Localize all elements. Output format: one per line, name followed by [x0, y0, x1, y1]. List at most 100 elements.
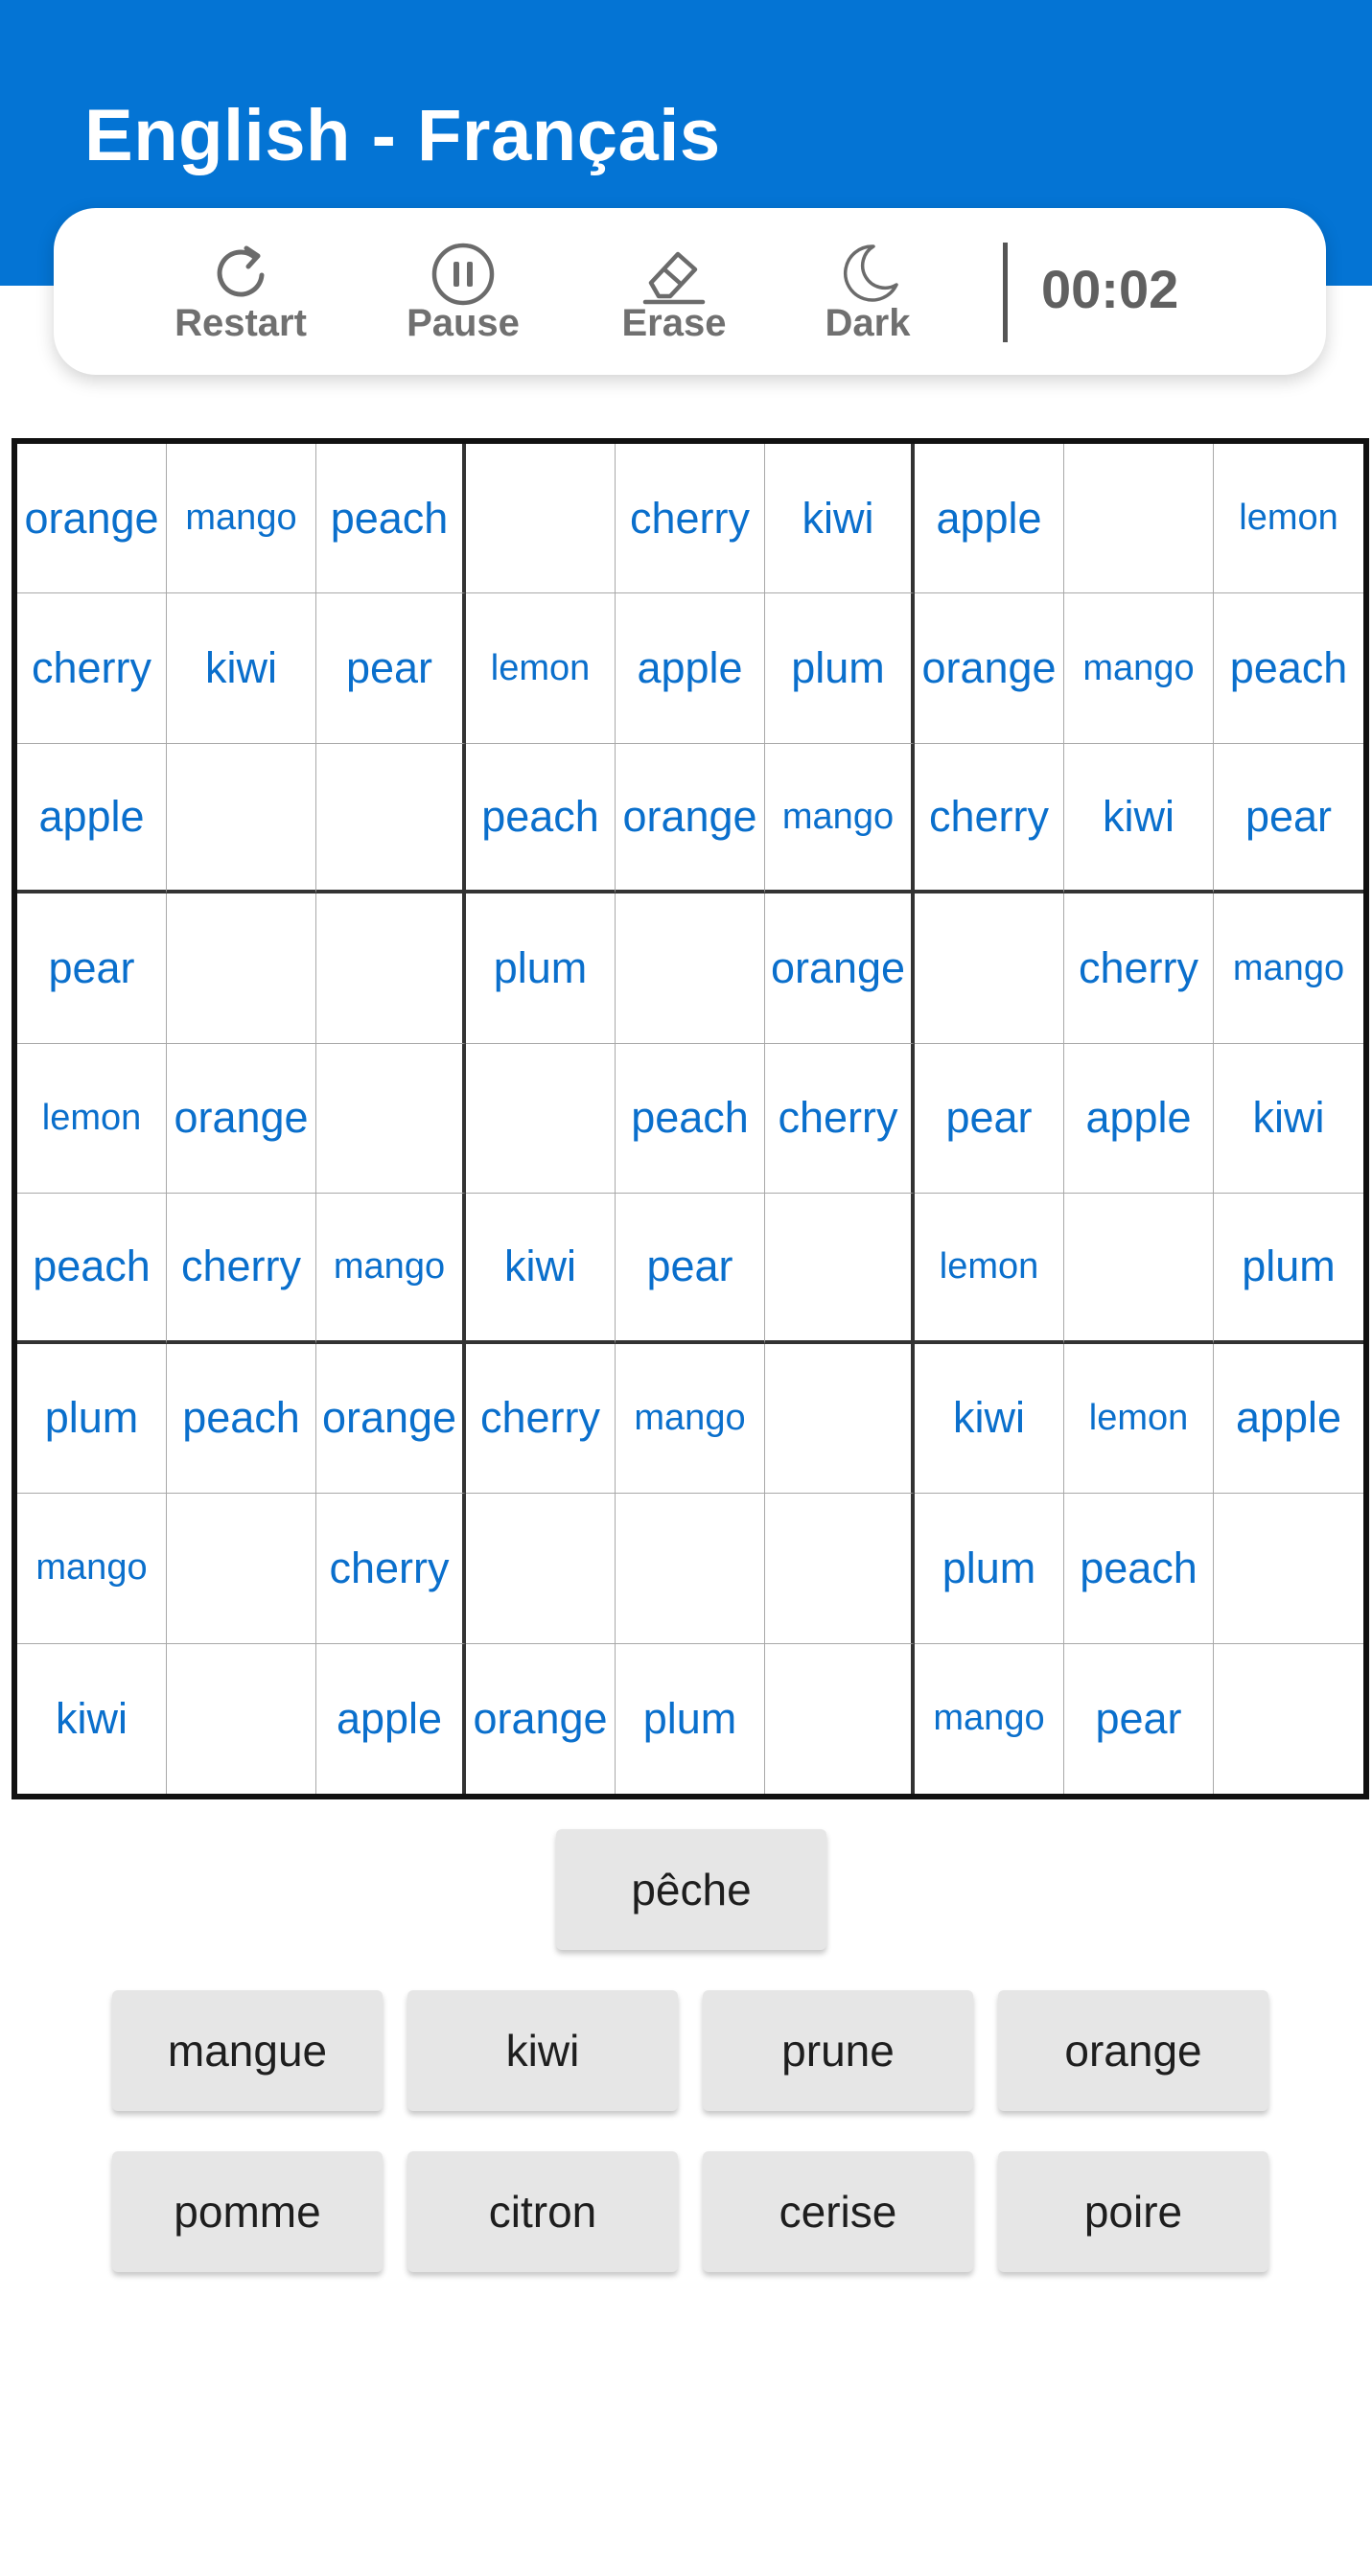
board-cell[interactable]: [1214, 1644, 1363, 1794]
board-cell[interactable]: lemon: [466, 593, 616, 744]
board-cell[interactable]: [765, 1643, 915, 1794]
board-cell[interactable]: cherry: [915, 743, 1064, 894]
board-cell[interactable]: mango: [167, 444, 316, 594]
choice-button[interactable]: cerise: [703, 2151, 973, 2272]
board-cell[interactable]: peach: [466, 743, 616, 894]
board-cell[interactable]: apple: [915, 444, 1064, 594]
board-cell[interactable]: [1064, 444, 1214, 594]
board-cell[interactable]: apple: [1214, 1344, 1363, 1495]
board-cell[interactable]: orange: [17, 444, 167, 594]
board-cell[interactable]: peach: [316, 444, 466, 594]
board-cell[interactable]: [915, 893, 1064, 1044]
board-cell[interactable]: cherry: [616, 444, 765, 594]
board-cell[interactable]: pear: [1214, 744, 1363, 894]
board-cell[interactable]: kiwi: [167, 593, 316, 744]
board-cell[interactable]: lemon: [1064, 1343, 1214, 1495]
board-cell[interactable]: mango: [915, 1643, 1064, 1794]
board-cell[interactable]: apple: [316, 1643, 466, 1794]
sudoku-board: orange mango peach cherry kiwi apple lemon cher…: [12, 438, 1369, 1799]
board-cell[interactable]: plum: [1214, 1194, 1363, 1344]
board-cell[interactable]: pear: [616, 1194, 765, 1344]
board-cell[interactable]: [616, 1494, 765, 1644]
board-cell[interactable]: [167, 893, 316, 1044]
board-cell[interactable]: mango: [17, 1494, 167, 1644]
board-cell[interactable]: [1064, 1194, 1214, 1344]
board-cell[interactable]: mango: [616, 1343, 765, 1495]
erase-button[interactable]: Erase: [593, 241, 756, 346]
board-cell[interactable]: [466, 1043, 616, 1195]
board-cell[interactable]: [466, 1494, 616, 1644]
board-cell[interactable]: orange: [616, 743, 765, 894]
board-cell[interactable]: orange: [466, 1643, 616, 1794]
board-cell[interactable]: [316, 743, 466, 894]
board-cell[interactable]: apple: [17, 743, 167, 894]
board-cell[interactable]: plum: [765, 593, 915, 744]
choice-button[interactable]: poire: [998, 2151, 1268, 2272]
board-cell[interactable]: [1214, 1494, 1363, 1644]
board-cell[interactable]: apple: [1064, 1043, 1214, 1195]
restart-icon: [217, 245, 265, 297]
board-cell[interactable]: cherry: [765, 1043, 915, 1195]
board-cell[interactable]: [765, 1194, 915, 1344]
board-cell[interactable]: pear: [316, 593, 466, 744]
board-cell[interactable]: peach: [1064, 1494, 1214, 1644]
board-cell[interactable]: cherry: [1064, 893, 1214, 1044]
dark-mode-button[interactable]: Dark: [786, 241, 949, 346]
choice-button[interactable]: prune: [703, 1990, 973, 2111]
board-cell[interactable]: [466, 444, 616, 594]
board-cell[interactable]: pear: [17, 893, 167, 1044]
pause-icon: [431, 243, 495, 306]
board-cell[interactable]: mango: [316, 1194, 466, 1344]
board-cell[interactable]: lemon: [1214, 444, 1363, 594]
board-cell[interactable]: mango: [765, 743, 915, 894]
board-cell[interactable]: cherry: [316, 1494, 466, 1644]
board-cell[interactable]: peach: [167, 1343, 316, 1495]
board-cell[interactable]: [167, 1643, 316, 1794]
board-cell[interactable]: kiwi: [765, 444, 915, 594]
board-cell[interactable]: [765, 1494, 915, 1644]
board-cell[interactable]: peach: [17, 1194, 167, 1344]
moon-icon: [844, 244, 898, 302]
board-cell[interactable]: orange: [316, 1343, 466, 1495]
board-cell[interactable]: kiwi: [466, 1194, 616, 1344]
board-cell[interactable]: [167, 1494, 316, 1644]
board-cell[interactable]: [316, 893, 466, 1044]
board-cell[interactable]: plum: [466, 893, 616, 1044]
choice-button[interactable]: citron: [407, 2151, 678, 2272]
board-cell[interactable]: [167, 743, 316, 894]
choice-button[interactable]: pomme: [112, 2151, 383, 2272]
board-cell[interactable]: plum: [17, 1343, 167, 1495]
board-cell[interactable]: apple: [616, 593, 765, 744]
board-cell[interactable]: plum: [616, 1643, 765, 1794]
board-cell[interactable]: cherry: [167, 1194, 316, 1344]
board-cell[interactable]: [616, 893, 765, 1044]
board-cell[interactable]: lemon: [915, 1194, 1064, 1344]
board-cell[interactable]: cherry: [466, 1343, 616, 1495]
choice-button-top[interactable]: pêche: [556, 1829, 826, 1950]
pause-button[interactable]: Pause: [382, 241, 545, 346]
board-cell[interactable]: kiwi: [1064, 743, 1214, 894]
board-cell[interactable]: orange: [915, 593, 1064, 744]
choice-button[interactable]: kiwi: [407, 1990, 678, 2111]
board-cell[interactable]: orange: [167, 1043, 316, 1195]
board-cell[interactable]: kiwi: [1214, 1044, 1363, 1195]
board-cell[interactable]: peach: [616, 1043, 765, 1195]
board-cell[interactable]: pear: [1064, 1643, 1214, 1794]
board-cell[interactable]: pear: [915, 1043, 1064, 1195]
restart-button[interactable]: Restart: [159, 241, 322, 346]
toolbar-divider: [1003, 243, 1008, 342]
board-cell[interactable]: kiwi: [17, 1643, 167, 1794]
board-cell[interactable]: orange: [765, 893, 915, 1044]
board-cell[interactable]: mango: [1064, 593, 1214, 744]
choice-button[interactable]: mangue: [112, 1990, 383, 2111]
board-cell[interactable]: kiwi: [915, 1343, 1064, 1495]
board-cell[interactable]: [765, 1343, 915, 1495]
board-cell[interactable]: [316, 1043, 466, 1195]
board-cell[interactable]: mango: [1214, 893, 1363, 1044]
board-cell[interactable]: plum: [915, 1494, 1064, 1644]
choice-button[interactable]: orange: [998, 1990, 1268, 2111]
board-cell[interactable]: lemon: [17, 1043, 167, 1195]
board-cell[interactable]: cherry: [17, 593, 167, 744]
pause-label: Pause: [407, 302, 520, 344]
board-cell[interactable]: peach: [1214, 593, 1363, 744]
